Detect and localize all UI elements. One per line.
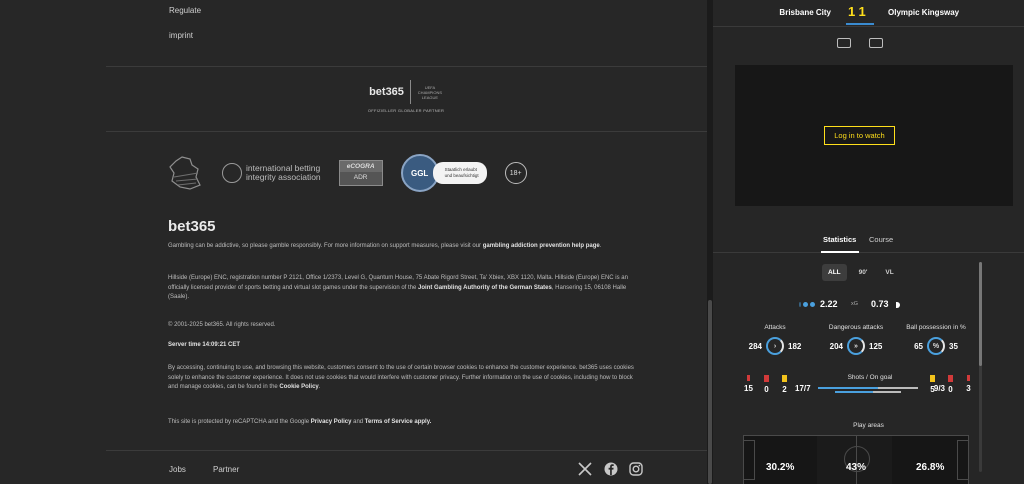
- login-to-watch-button[interactable]: Log in to watch: [824, 126, 895, 145]
- page-scrollbar-thumb[interactable]: [708, 300, 712, 484]
- ucl-partner-logo: bet365 UEFA CHAMPIONS LEAGUE OFFIZIELLER…: [366, 80, 446, 113]
- footer-divider: [106, 131, 707, 132]
- stat-possession: Ball possession in % 65% 35: [896, 324, 976, 355]
- tab-statistics[interactable]: Statistics: [823, 235, 856, 244]
- match-panel: Brisbane City 11 Olympic Kingsway Log in…: [713, 0, 1024, 484]
- footer-divider: [106, 66, 707, 67]
- ucl-logo: UEFA CHAMPIONS LEAGUE: [417, 84, 443, 100]
- footer-link-regulate[interactable]: Regulate: [169, 6, 201, 15]
- play-area-right: 26.8%: [916, 462, 945, 473]
- stats-tabs: Statistics Course: [713, 229, 1024, 253]
- footer-link-jobs[interactable]: Jobs: [169, 465, 186, 474]
- x-icon[interactable]: [578, 462, 592, 476]
- home-team: Brisbane City: [779, 8, 831, 17]
- match-header: Brisbane City 11 Olympic Kingsway: [713, 0, 1024, 27]
- site-footer: Regulate imprint bet365 UEFA CHAMPIONS L…: [0, 0, 707, 484]
- shots-home: 17/7: [795, 384, 811, 393]
- xg-label: xG: [851, 301, 859, 307]
- stat-attacks: Attacks 284 › 182: [735, 324, 815, 355]
- footer-brand: bet365: [168, 218, 216, 235]
- stat-dangerous-attacks: Dangerous attacks 204» 125: [816, 324, 896, 355]
- privacy-policy-link[interactable]: Privacy Policy: [311, 419, 352, 425]
- red-card-icon: [764, 375, 769, 382]
- xg-home: 2.22: [820, 299, 838, 309]
- red-card-icon: [948, 375, 953, 382]
- instagram-icon[interactable]: [629, 462, 643, 476]
- copyright: © 2001-2025 bet365. All rights reserved.: [168, 322, 276, 328]
- attacks-ring-icon: ›: [766, 337, 784, 355]
- partner-brand: bet365: [369, 86, 404, 98]
- possession-ring-icon: %: [927, 337, 945, 355]
- recaptcha-notice: This site is protected by reCAPTCHA and …: [168, 419, 432, 425]
- dangerous-attacks-ring-icon: »: [847, 337, 865, 355]
- globe-icon: [222, 163, 242, 183]
- facebook-icon[interactable]: [604, 462, 618, 476]
- xg-row: 2.22 xG 0.73: [799, 298, 939, 312]
- play-areas-pitch: 30.2% 43% 26.8%: [743, 435, 969, 484]
- play-area-left: 30.2%: [766, 462, 795, 473]
- period-filters: ALL 90' VL: [822, 264, 900, 281]
- filter-vl[interactable]: VL: [879, 264, 899, 281]
- ecogra-adr-badge[interactable]: eCOGRA ADR: [338, 160, 383, 186]
- filter-all[interactable]: ALL: [822, 264, 847, 281]
- footer-divider: [106, 450, 707, 451]
- stats-scrollbar[interactable]: [979, 262, 982, 472]
- corner-flag-icon: [747, 375, 750, 381]
- media-toggle: [837, 38, 883, 48]
- gambling-authority-link[interactable]: Joint Gambling Authority of the German S…: [418, 285, 552, 291]
- home-cards: 15 0 2: [744, 375, 789, 394]
- footer-link-imprint[interactable]: imprint: [169, 31, 193, 40]
- play-area-middle: 43%: [846, 462, 867, 473]
- germany-map-icon: [169, 156, 201, 190]
- xg-away: 0.73: [871, 299, 889, 309]
- partner-subtitle: OFFIZIELLER GLOBALER PARTNER: [367, 108, 445, 113]
- tab-course[interactable]: Course: [869, 235, 893, 244]
- score: 11: [848, 4, 870, 19]
- footer-link-partner[interactable]: Partner: [213, 465, 239, 474]
- page-root: Regulate imprint bet365 UEFA CHAMPIONS L…: [0, 0, 1024, 484]
- ibia-logo[interactable]: international betting integrity associat…: [222, 163, 321, 183]
- yellow-card-icon: [930, 375, 935, 382]
- play-areas-title: Play areas: [853, 422, 884, 429]
- responsible-gambling-text: Gambling can be addictive, so please gam…: [168, 243, 602, 249]
- away-cards: 5 0 3: [928, 375, 973, 394]
- terms-link[interactable]: Terms of Service apply.: [365, 419, 431, 425]
- statistics-panel: ALL 90' VL 2.22 xG 0.73 Attacks 284 › 182 …: [713, 254, 1024, 484]
- video-player: Log in to watch: [735, 65, 1013, 206]
- stat-shots: Shots / On goal 17/7 9/3: [795, 374, 945, 393]
- company-info-text: Hillside (Europe) ENC, registration numb…: [168, 275, 628, 300]
- away-team: Olympic Kingsway: [888, 8, 960, 17]
- corner-flag-icon: [967, 375, 970, 381]
- xg-dots-icon: [799, 302, 815, 307]
- yellow-card-icon: [782, 375, 787, 382]
- license-badges: international betting integrity associat…: [168, 152, 527, 194]
- pitch-view-icon[interactable]: [869, 38, 883, 48]
- help-page-link[interactable]: gambling addiction prevention help page: [483, 243, 600, 249]
- age-18-icon: 18+: [504, 162, 527, 184]
- filter-90[interactable]: 90': [853, 264, 874, 281]
- ggl-license-badge[interactable]: GGL Staatlich erlaubt und beaufsichtigt: [400, 154, 487, 192]
- cookie-notice: By accessing, continuing to use, and bro…: [168, 365, 634, 390]
- server-time: Server time 14:09:21 CET: [168, 342, 241, 348]
- cookie-policy-link[interactable]: Cookie Policy: [279, 384, 318, 390]
- video-icon[interactable]: [837, 38, 851, 48]
